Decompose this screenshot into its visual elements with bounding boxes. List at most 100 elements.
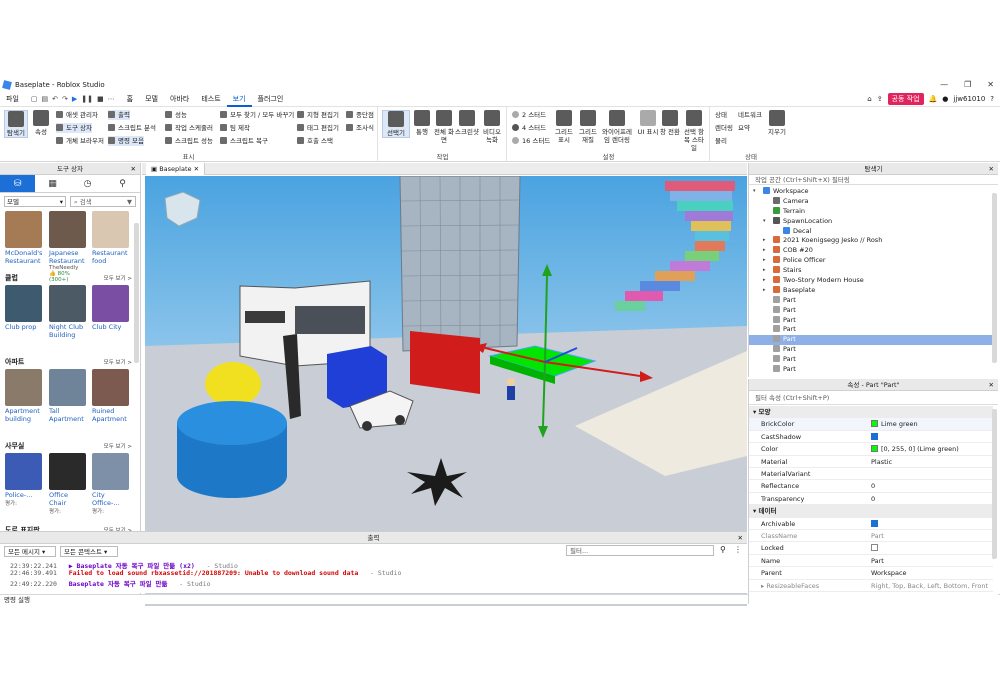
studs-16-option[interactable]: 16 스터드: [512, 136, 550, 146]
property-value[interactable]: Plastic: [871, 456, 892, 468]
explorer-item[interactable]: Part: [749, 305, 993, 316]
explorer-item[interactable]: ▸ Police Officer: [749, 256, 993, 266]
explorer-item[interactable]: ▸ Baseplate: [749, 285, 993, 296]
script-analysis-button[interactable]: 스크립트 분석: [108, 123, 156, 133]
share-icon[interactable]: ⇪: [877, 95, 883, 103]
message-filter-select[interactable]: 모든 메시지 ▾: [4, 546, 56, 557]
new-file-icon[interactable]: ▢: [31, 95, 38, 103]
property-value[interactable]: 0: [871, 493, 875, 505]
menu-avatar[interactable]: 아바타: [164, 92, 195, 107]
explorer-item[interactable]: Part: [749, 345, 993, 355]
asset-tile[interactable]: Club prop: [5, 285, 42, 331]
explorer-item[interactable]: Part: [749, 365, 993, 375]
property-value[interactable]: [871, 518, 878, 530]
property-value[interactable]: Lime green: [871, 418, 918, 430]
property-row[interactable]: Transparency 0: [749, 493, 993, 506]
toolbox-search-input[interactable]: ⌕ 검색 ▼: [70, 196, 136, 207]
property-section[interactable]: ▾ 모양: [749, 406, 993, 419]
explorer-filter-input[interactable]: 작업 공간 (Ctrl+Shift+X) 필터링: [749, 175, 998, 185]
tour-button[interactable]: 통행: [410, 110, 434, 136]
tab-creations-pin-icon[interactable]: ⚲: [105, 175, 140, 192]
explorer-item[interactable]: ▸ 2021 Koenigsegg Jesko // Rosh: [749, 236, 993, 246]
property-value[interactable]: Workspace: [871, 567, 907, 579]
checkbox-icon[interactable]: [871, 544, 878, 552]
object-browser-button[interactable]: 개체 브라우저: [56, 136, 104, 146]
toolbox-scrollbar[interactable]: [134, 223, 139, 363]
more-icon[interactable]: ⋯: [108, 95, 115, 103]
wireframe-button[interactable]: 와이어프레임 렌더링: [600, 110, 634, 144]
explorer-item[interactable]: ▸ COB #20: [749, 246, 993, 256]
asset-tile[interactable]: McDonald's Restaurant: [5, 211, 42, 265]
asset-tile[interactable]: Police-... 평가:: [5, 453, 42, 507]
more-options-icon[interactable]: ⋮: [734, 545, 742, 554]
tag-editor-button[interactable]: 태그 편집기: [297, 123, 339, 133]
see-all-link[interactable]: 모두 보기 >: [104, 442, 132, 450]
property-value[interactable]: Part: [871, 555, 884, 567]
help-icon[interactable]: ?: [990, 95, 994, 103]
studs-2-option[interactable]: 2 스터드: [512, 110, 546, 120]
username[interactable]: jjw61010: [953, 95, 985, 103]
property-row[interactable]: Reflectance 0: [749, 480, 993, 493]
team-create-button[interactable]: 공동 작업: [887, 93, 924, 105]
close-icon[interactable]: ✕: [989, 163, 994, 175]
tab-marketplace-bag-icon[interactable]: ⛁: [0, 175, 35, 192]
breakpoints-button[interactable]: 중단점: [346, 110, 374, 120]
output-button[interactable]: 출력: [108, 110, 130, 120]
properties-button[interactable]: 속성: [29, 110, 53, 136]
explorer-button[interactable]: 탐색기: [4, 110, 28, 138]
property-row[interactable]: Parent Workspace: [749, 567, 993, 580]
asset-tile[interactable]: Restaurant food: [92, 211, 129, 265]
menu-plugins[interactable]: 플러그인: [252, 92, 290, 107]
select-button[interactable]: 선택기: [382, 110, 410, 138]
property-row[interactable]: BrickColor Lime green: [749, 418, 993, 431]
summary-button[interactable]: 요약: [738, 123, 750, 133]
properties-scrollbar[interactable]: [992, 409, 997, 559]
property-row[interactable]: Archivable: [749, 518, 993, 530]
user-avatar-icon[interactable]: ●: [942, 95, 948, 103]
checkbox-checked-icon[interactable]: [871, 519, 878, 527]
asset-tile[interactable]: Club City: [92, 285, 129, 331]
explorer-item[interactable]: ▸ Two-Story Modern House: [749, 276, 993, 286]
expand-arrow-icon[interactable]: ▸: [763, 236, 766, 246]
tab-baseplate[interactable]: ▣ Baseplate ✕: [146, 163, 206, 175]
stop-icon[interactable]: ■: [97, 95, 104, 103]
see-all-link[interactable]: 모두 보기 >: [104, 274, 132, 282]
pause-icon[interactable]: ❚❚: [81, 95, 93, 103]
ui-show-button[interactable]: UI 표시: [636, 110, 660, 136]
menu-file[interactable]: 파일: [0, 92, 25, 107]
property-row[interactable]: MaterialVariant: [749, 468, 993, 481]
explorer-item[interactable]: ▾ Workspace: [749, 187, 993, 197]
menu-test[interactable]: 테스트: [195, 92, 226, 107]
open-icon[interactable]: ▤: [42, 95, 49, 103]
grid-material-button[interactable]: 그리드 재질: [576, 110, 600, 144]
property-section[interactable]: ▾ 데이터: [749, 505, 993, 518]
undo-icon[interactable]: ↶: [52, 95, 58, 103]
menu-view[interactable]: 보기: [226, 92, 252, 107]
close-icon[interactable]: ✕: [194, 165, 199, 173]
asset-tile[interactable]: Ruined Apartment: [92, 369, 129, 423]
menu-home[interactable]: 홈: [121, 92, 139, 107]
asset-tile[interactable]: Tall Apartment: [49, 369, 86, 423]
script-performance-button[interactable]: 스크립트 성능: [165, 136, 213, 146]
asset-tile[interactable]: Japanese Restaurant TheNeedly 👍 80% (300+): [49, 211, 86, 283]
property-row[interactable]: Material Plastic: [749, 456, 993, 468]
close-icon[interactable]: ✕: [131, 163, 136, 175]
explorer-item[interactable]: Terrain: [749, 206, 993, 217]
full-screen-button[interactable]: 전체 화면: [432, 110, 456, 144]
terrain-editor-button[interactable]: 지형 편집기: [297, 110, 339, 120]
selection-style-button[interactable]: 선택 항목 스타일: [682, 110, 706, 152]
property-row[interactable]: ClassName Part: [749, 530, 993, 543]
tab-inventory-grid-icon[interactable]: ▦: [35, 175, 70, 192]
performance-button[interactable]: 성능: [165, 110, 187, 120]
video-record-button[interactable]: 비디오 녹화: [480, 110, 504, 144]
explorer-item[interactable]: Part: [749, 335, 993, 346]
find-replace-button[interactable]: 모두 찾기 / 모두 바꾸기: [220, 110, 294, 120]
property-row[interactable]: Color [0, 255, 0] (Lime green): [749, 443, 993, 456]
asset-tile[interactable]: Apartment building: [5, 369, 42, 423]
minimize-icon[interactable]: —: [940, 80, 948, 89]
grid-show-button[interactable]: 그리드 표시: [552, 110, 576, 144]
explorer-item[interactable]: ▾ SpawnLocation: [749, 216, 993, 227]
collapse-arrow-icon[interactable]: ▾: [753, 187, 756, 197]
play-icon[interactable]: ▶: [72, 95, 77, 103]
studs-4-option[interactable]: 4 스터드: [512, 123, 546, 133]
